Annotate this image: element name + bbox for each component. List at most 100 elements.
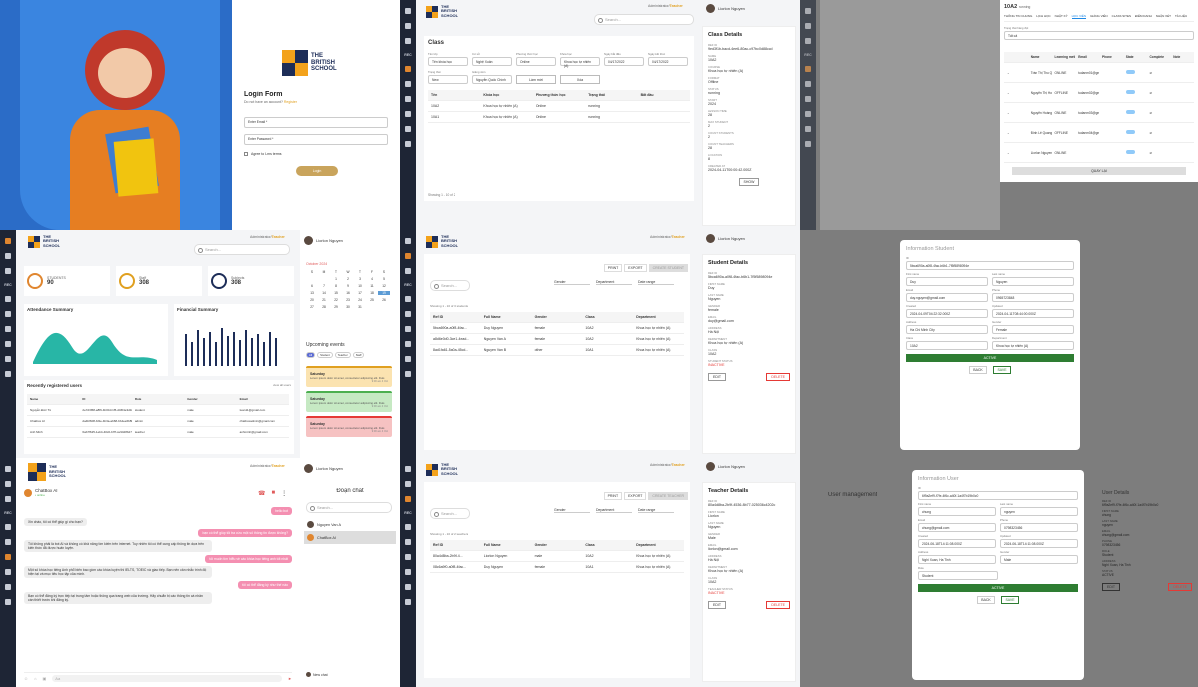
column-header[interactable]: ID <box>79 397 131 401</box>
calendar-day[interactable]: 17 <box>354 291 366 295</box>
field-input[interactable]: chung <box>918 507 996 516</box>
teacher-select[interactable]: Nguyễn Quốc Chính <box>472 75 512 84</box>
chat-list-item[interactable]: ChatBox AI <box>304 531 396 544</box>
chat-search[interactable]: Search... <box>306 502 392 513</box>
delete-button[interactable]: DELETE <box>766 601 790 609</box>
filter-field[interactable]: Khoa học tự nhiên (A) <box>560 57 600 68</box>
filter-select[interactable]: Department <box>596 508 632 513</box>
member-row[interactable]: ⌄Đinh Lê Quang HuyOFFLINE tudanm04@gmail.… <box>1004 123 1194 143</box>
user-menu[interactable]: Liorlon Nguyen <box>706 4 745 13</box>
attach-icon[interactable]: ⌂ <box>34 676 36 681</box>
calendar-day[interactable]: 18 <box>366 291 378 295</box>
column-header[interactable]: Department <box>633 315 684 319</box>
table-row[interactable]: 08c6a9f0-a0f8-4fac... Duy Nguyen female 10A… <box>430 562 684 573</box>
complete-icon[interactable]: ⊘ <box>1147 71 1171 75</box>
table-row[interactable]: Chatbox AI da4f2608-bf4e-4b3a-ab68-bb4ee6… <box>27 416 289 427</box>
column-header[interactable]: Trạng thái <box>585 93 637 97</box>
dashboard-icon[interactable] <box>405 8 411 14</box>
save-button[interactable]: SAVE <box>1001 596 1019 604</box>
users-icon[interactable] <box>405 23 411 29</box>
field-input[interactable]: 2024-04-09T04:22:32.000Z <box>906 309 988 318</box>
back-button[interactable]: BACK <box>977 596 995 604</box>
filter-select[interactable]: Gender <box>554 280 590 285</box>
action-button[interactable]: PRINT <box>603 264 623 272</box>
filter-field[interactable]: 04/17/2022 <box>604 57 644 66</box>
chat-icon[interactable] <box>5 296 11 302</box>
gear-icon[interactable] <box>5 371 11 377</box>
calendar-day[interactable]: 16 <box>342 291 354 295</box>
calendar-day[interactable]: 8 <box>330 284 342 288</box>
calendar-day[interactable]: 31 <box>354 305 366 309</box>
field-input[interactable]: 2024-04-11T08:44:00.000Z <box>992 309 1074 318</box>
filter-field[interactable]: 04/17/2022 <box>648 57 688 66</box>
back-button[interactable]: BACK <box>969 366 987 374</box>
email-field[interactable]: Enter Email * <box>244 117 388 128</box>
filter-field[interactable]: Online <box>516 57 556 66</box>
expand-icon[interactable]: ⌄ <box>1004 151 1028 155</box>
member-row[interactable]: ⌄Nguyễn Hoàng SơnONLINE tudanm03@gmail.co… <box>1004 103 1194 123</box>
column-header[interactable]: Email <box>237 397 289 401</box>
expand-icon[interactable]: ⌄ <box>1004 91 1028 95</box>
calendar-day[interactable]: 29 <box>330 305 342 309</box>
calendar-day[interactable]: 20 <box>306 298 318 302</box>
new-chat-button[interactable]: New chat <box>306 672 328 677</box>
send-icon[interactable]: ► <box>288 676 292 681</box>
dashboard-icon[interactable] <box>5 238 11 244</box>
password-field[interactable]: Enter Password * <box>244 134 388 145</box>
users-icon[interactable] <box>405 253 411 259</box>
column-header[interactable]: Department <box>633 543 684 547</box>
calendar-day[interactable]: 28 <box>318 305 330 309</box>
edit-button[interactable]: EDIT <box>708 601 726 609</box>
class-active-icon[interactable] <box>405 66 411 72</box>
column-header[interactable]: Phương thức học <box>533 93 585 97</box>
show-button[interactable]: SHOW <box>738 178 760 186</box>
edit-button[interactable]: EDIT <box>1102 583 1120 591</box>
search-input[interactable]: Search... <box>194 244 290 255</box>
column-header[interactable]: Ref ID <box>430 543 481 547</box>
column-header[interactable]: Full Name <box>481 543 532 547</box>
type-select[interactable]: Tất cả <box>1004 31 1194 40</box>
class-icon[interactable] <box>405 38 411 44</box>
table-row[interactable]: Anh Minh 6ab7f625-1eb4-40c0-b7ff-ce9428b2… <box>27 427 289 438</box>
tab-0[interactable]: THÔNG TIN CHUNG <box>1004 14 1032 19</box>
event-card[interactable]: Saturday Lorem ipsum dolor sit amet, cons… <box>306 416 392 437</box>
field-input[interactable]: 5bca690a-a0f8-4fac-b6b1-7f5f5898094e <box>906 261 1074 270</box>
help-icon[interactable] <box>405 141 411 147</box>
member-row[interactable]: ⌄Trần Thị Thu QuýONLINE tudanm01@gmail.co… <box>1004 63 1194 83</box>
calendar-day[interactable]: 23 <box>342 298 354 302</box>
field-input[interactable]: Student <box>918 571 998 580</box>
tab-4[interactable]: GIẢNG VIÊN <box>1090 14 1108 19</box>
calendar-icon[interactable] <box>5 341 11 347</box>
state-toggle[interactable] <box>1123 130 1147 135</box>
book-icon[interactable] <box>405 96 411 102</box>
calendar-day[interactable]: 3 <box>354 277 366 281</box>
state-toggle[interactable] <box>1123 70 1147 75</box>
view-all-link[interactable]: view all users <box>273 383 291 388</box>
table-row[interactable]: 8ad1fa61-5a0a-45cd... Nguyen Van B other 10… <box>430 345 684 356</box>
chat-list-item[interactable]: Nguyen Van A <box>304 518 396 531</box>
tab-7[interactable]: NHẬN XÉT <box>1156 14 1171 19</box>
save-button[interactable]: SAVE <box>993 366 1011 374</box>
action-button[interactable]: CREATE STUDENT <box>648 264 688 272</box>
calendar-day[interactable]: 9 <box>342 284 354 288</box>
table-row[interactable]: 80a4d8ba-2b9f-4... Liorlon Nguyen male 10A2… <box>430 551 684 562</box>
event-card[interactable]: Saturday Lorem ipsum dolor sit amet, cons… <box>306 391 392 412</box>
filter-select[interactable]: Date range <box>638 280 674 285</box>
tab-1[interactable]: LỊCH HỌC <box>1036 14 1050 19</box>
calendar-day[interactable]: 25 <box>366 298 378 302</box>
calendar-icon[interactable] <box>405 126 411 132</box>
field-input[interactable]: Ha Chi Minh City <box>906 325 988 334</box>
column-header[interactable]: Class <box>582 315 633 319</box>
table-row[interactable]: 5bca690a-a0f8-4fac... Duy Nguyen female 10A… <box>430 323 684 334</box>
column-header[interactable]: Bắt đầu <box>638 93 690 97</box>
column-header[interactable]: Ref ID <box>430 315 481 319</box>
field-input[interactable]: 2024-06-18T14:11:08.000Z <box>918 539 996 548</box>
event-filter[interactable]: Student <box>317 352 333 358</box>
tab-2[interactable]: NHẬT KÝ <box>1055 14 1068 19</box>
field-input[interactable]: duy.nguyen@gmail.com <box>906 293 988 302</box>
event-filter[interactable]: All <box>306 352 316 358</box>
delete-button[interactable]: DELETE <box>1168 583 1192 591</box>
more-icon[interactable]: ⋮ <box>281 490 287 497</box>
field-input[interactable]: Male <box>1000 555 1078 564</box>
calendar-day[interactable]: 15 <box>330 291 342 295</box>
